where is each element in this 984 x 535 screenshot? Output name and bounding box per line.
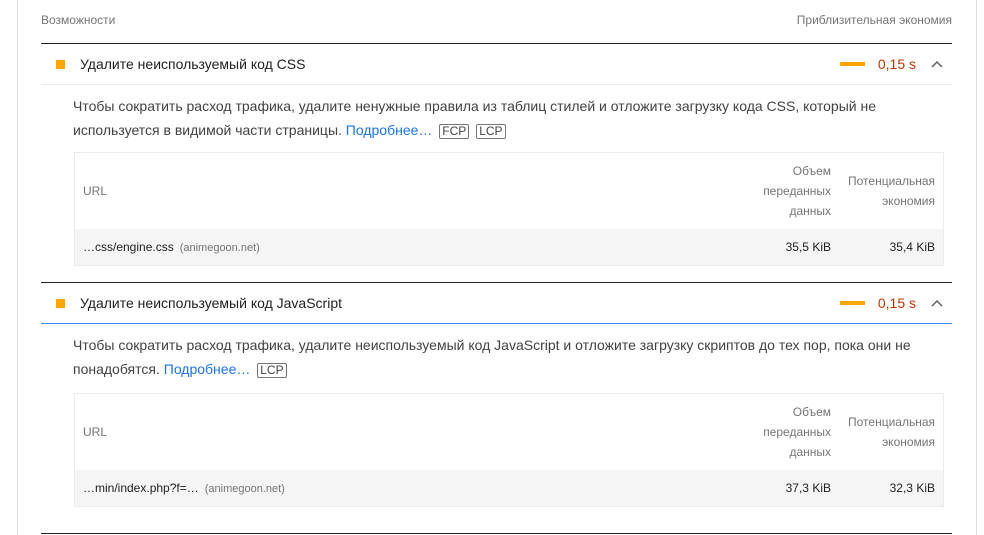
chevron-up-icon[interactable] bbox=[926, 53, 948, 75]
table-row: …min/index.php?f=… (animegoon.net) 37,3 K… bbox=[75, 470, 943, 506]
savings-bar bbox=[839, 62, 865, 66]
savings-bar bbox=[839, 301, 865, 305]
warning-square-icon bbox=[56, 59, 65, 69]
column-header-transfer-size: Объем переданных данных bbox=[763, 405, 831, 459]
audit-description: Чтобы сократить расход трафика, удалите … bbox=[41, 85, 952, 147]
frame-border-left bbox=[17, 0, 18, 535]
audit-unused-javascript: Удалите неиспользуемый код JavaScript 0,… bbox=[41, 282, 952, 507]
chevron-up-icon[interactable] bbox=[926, 292, 948, 314]
audit-summary-row[interactable]: Удалите неиспользуемый код JavaScript 0,… bbox=[41, 283, 952, 324]
row-potential-savings: 35,4 KiB bbox=[889, 240, 935, 254]
column-header-url: URL bbox=[83, 425, 108, 439]
audit-title: Удалите неиспользуемый код JavaScript bbox=[80, 295, 343, 311]
audit-title: Удалите неиспользуемый код CSS bbox=[80, 56, 306, 72]
metric-badge-lcp: LCP bbox=[257, 363, 287, 378]
row-host: (animegoon.net) bbox=[204, 483, 285, 495]
row-potential-savings: 32,3 KiB bbox=[889, 481, 935, 495]
row-transfer-size: 35,5 KiB bbox=[785, 240, 831, 254]
details-table: URL Объем переданных данных Потенциальна… bbox=[74, 152, 944, 266]
column-header-potential-savings: Потенциальная экономия bbox=[848, 174, 935, 208]
details-table: URL Объем переданных данных Потенциальна… bbox=[74, 393, 944, 507]
audit-unused-css: Удалите неиспользуемый код CSS 0,15 s Чт… bbox=[41, 44, 952, 282]
row-url: …css/engine.css bbox=[83, 240, 174, 254]
column-header-transfer-size: Объем переданных данных bbox=[763, 164, 831, 218]
row-url-cell[interactable]: …min/index.php?f=… (animegoon.net) bbox=[75, 481, 743, 495]
metric-badge-lcp: LCP bbox=[476, 124, 506, 139]
opportunities-panel: Возможности Приблизительная экономия Уда… bbox=[41, 0, 952, 507]
section-divider bbox=[41, 533, 952, 534]
audit-description: Чтобы сократить расход трафика, удалите … bbox=[41, 324, 952, 386]
savings-value: 0,15 s bbox=[877, 56, 916, 72]
metric-badge-fcp: FCP bbox=[439, 124, 470, 139]
table-row: …css/engine.css (animegoon.net) 35,5 KiB … bbox=[75, 229, 943, 265]
description-text: Чтобы сократить расход трафика, удалите … bbox=[73, 98, 876, 138]
row-host: (animegoon.net) bbox=[179, 242, 260, 254]
header-opportunities-label: Возможности bbox=[41, 12, 116, 27]
learn-more-link[interactable]: Подробнее… bbox=[346, 122, 433, 138]
column-header-url: URL bbox=[83, 184, 108, 198]
frame-border-right bbox=[976, 0, 977, 535]
audit-summary-row[interactable]: Удалите неиспользуемый код CSS 0,15 s bbox=[41, 44, 952, 85]
header-estimated-savings-label: Приблизительная экономия bbox=[796, 12, 952, 27]
column-header-potential-savings: Потенциальная экономия bbox=[848, 415, 935, 449]
row-transfer-size: 37,3 KiB bbox=[785, 481, 831, 495]
savings-value: 0,15 s bbox=[877, 295, 916, 311]
table-header: URL Объем переданных данных Потенциальна… bbox=[75, 153, 943, 229]
opportunities-header: Возможности Приблизительная экономия bbox=[41, 0, 952, 44]
warning-square-icon bbox=[56, 298, 65, 308]
table-header: URL Объем переданных данных Потенциальна… bbox=[75, 394, 943, 470]
learn-more-link[interactable]: Подробнее… bbox=[164, 361, 251, 377]
row-url: …min/index.php?f=… bbox=[83, 481, 199, 495]
row-url-cell[interactable]: …css/engine.css (animegoon.net) bbox=[75, 240, 743, 254]
